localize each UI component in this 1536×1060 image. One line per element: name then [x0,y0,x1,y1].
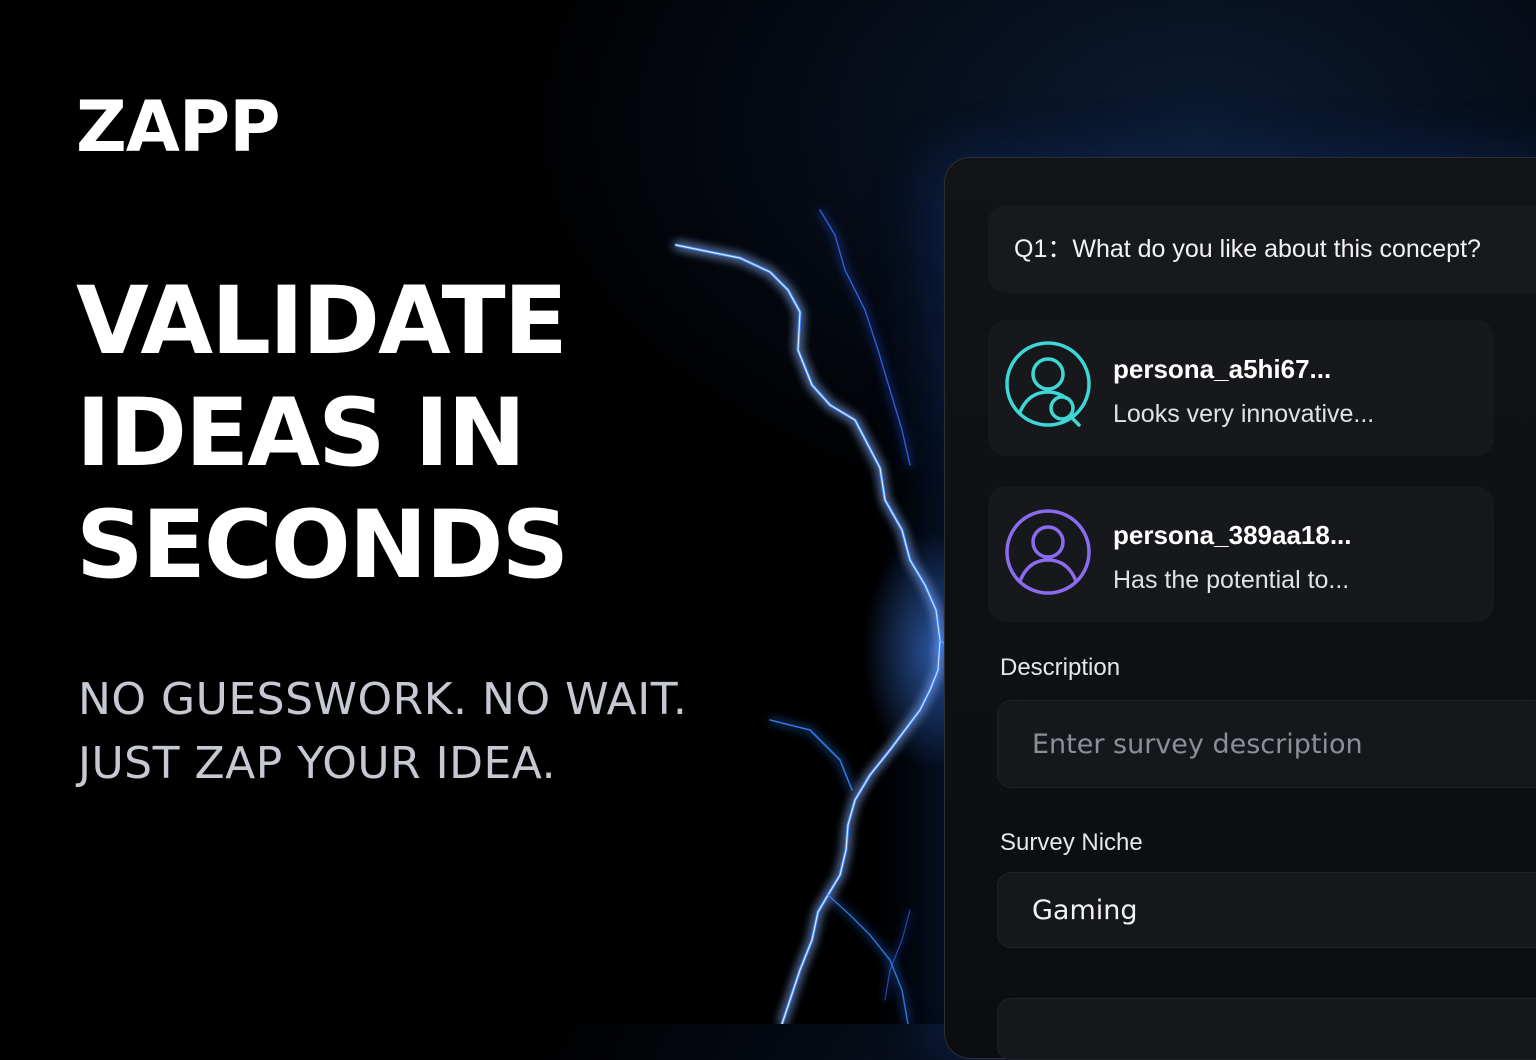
hero-subline: NO GUESSWORK. NO WAIT. JUST ZAP YOUR IDE… [78,668,687,796]
persona-response-card[interactable]: persona_a5hi67... Looks very innovative.… [988,320,1494,456]
survey-question: Q1：What do you like about this concept? [988,205,1536,293]
user-search-icon [1005,341,1091,427]
description-label: Description [1000,654,1121,681]
lightning-bolt-graphic [674,209,960,1024]
hero-headline: VALIDATE IDEAS IN SECONDS [76,266,569,602]
subline-line-2: JUST ZAP YOUR IDEA. [78,738,557,789]
description-input[interactable] [997,700,1536,788]
headline-line-1: VALIDATE [76,267,568,376]
subline-line-1: NO GUESSWORK. NO WAIT. [78,674,688,725]
survey-niche-label: Survey Niche [1000,829,1143,856]
persona-name: persona_389aa18... [1113,520,1352,550]
headline-line-3: SECONDS [76,491,569,600]
headline-line-2: IDEAS IN [76,379,526,488]
response-snippet: Looks very innovative... [1113,400,1375,428]
response-snippet: Has the potential to... [1113,566,1350,594]
next-field-container[interactable] [997,998,1536,1060]
persona-response-card[interactable]: persona_389aa18... Has the potential to.… [988,486,1494,622]
zapp-logo: ZAPP [76,86,281,168]
user-icon [1005,509,1091,595]
survey-niche-select[interactable]: Gaming [997,872,1536,948]
persona-name: persona_a5hi67... [1113,354,1332,384]
